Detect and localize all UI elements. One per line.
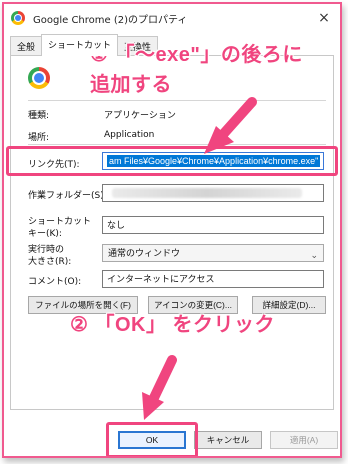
chrome-icon [28, 67, 50, 89]
chrome-icon [11, 11, 25, 25]
apply-button[interactable]: 適用(A) [270, 431, 338, 449]
location-value: Application [104, 130, 155, 140]
target-input[interactable]: am Files¥Google¥Chrome¥Application¥chrom… [102, 152, 324, 170]
title-bar: Google Chrome (2)のプロパティ × [4, 4, 340, 32]
blurred-path [112, 188, 302, 198]
close-button[interactable]: × [316, 10, 332, 26]
cancel-button[interactable]: キャンセル [194, 431, 262, 449]
instruction-step-1-line-2: 追加する [90, 74, 172, 96]
shortcut-key-label-line2: キー(K): [28, 229, 62, 239]
shortcut-key-input[interactable]: なし [102, 216, 324, 234]
comment-input[interactable]: インターネットにアクセス [102, 270, 324, 288]
comment-label: コメント(O): [28, 277, 82, 287]
screenshot-frame: Google Chrome (2)のプロパティ × 全般 ショートカット 互換性… [2, 2, 342, 458]
window-title: Google Chrome (2)のプロパティ [33, 14, 188, 26]
instruction-step-1-line-1: ① 「～exe"」の後ろに [90, 44, 303, 66]
start-in-label: 作業フォルダー(S): [28, 191, 107, 201]
target-label: リンク先(T): [28, 160, 80, 170]
run-label-line2: 大きさ(R): [28, 257, 72, 267]
ok-button[interactable]: OK [118, 431, 186, 449]
divider [28, 144, 326, 145]
run-select[interactable]: 通常のウィンドウ ⌄ [102, 244, 324, 262]
tab-shortcut[interactable]: ショートカット [41, 34, 119, 56]
location-label: 場所: [28, 133, 50, 143]
divider [28, 100, 326, 101]
instruction-step-2: ② 「OK」 をクリック [70, 314, 276, 336]
tab-general[interactable]: 全般 [10, 36, 43, 56]
type-label: 種類: [28, 111, 50, 121]
run-select-value: 通常のウィンドウ [108, 248, 181, 258]
type-value: アプリケーション [104, 111, 176, 121]
target-value: am Files¥Google¥Chrome¥Application¥chrom… [107, 155, 321, 167]
chevron-down-icon: ⌄ [310, 250, 318, 260]
